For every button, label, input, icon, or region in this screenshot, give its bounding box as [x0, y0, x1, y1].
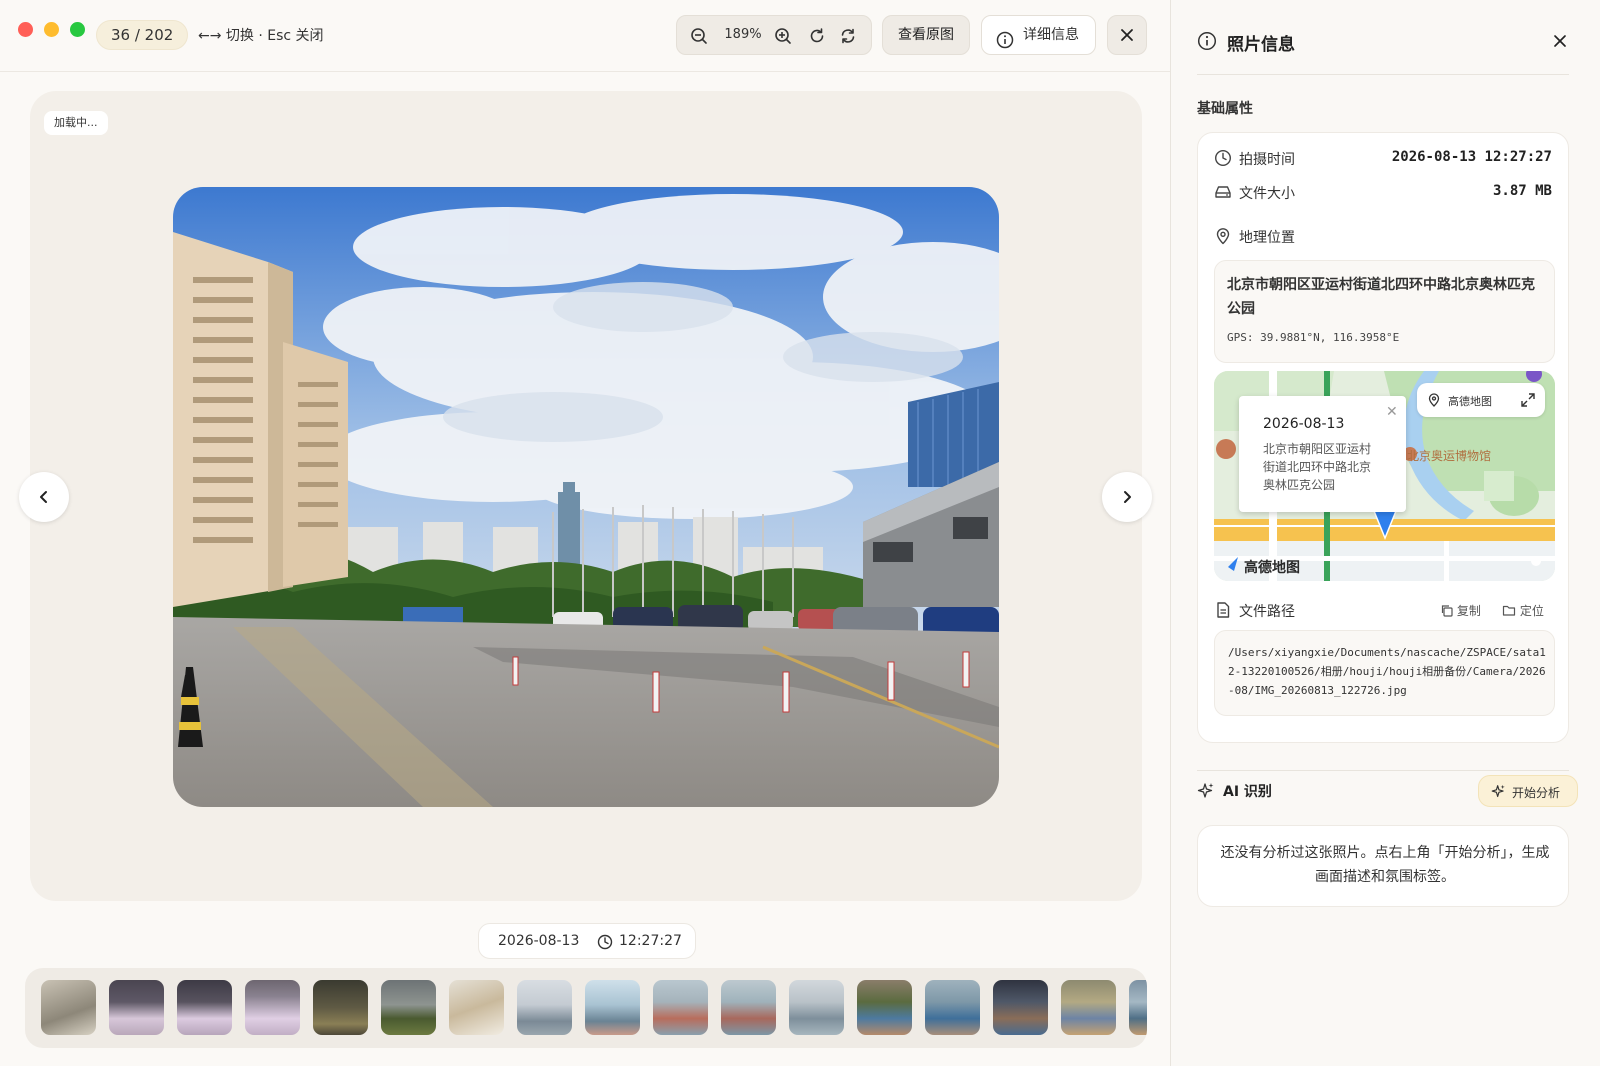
- start-analysis-button[interactable]: 开始分析: [1478, 775, 1578, 807]
- file-icon: [1214, 601, 1232, 623]
- map-popup: 2026-08-13 ✕ 北京市朝阳区亚运村街道北四环中路北京奥林匹克公园: [1239, 396, 1406, 512]
- photo-stage: 加载中...: [30, 91, 1142, 901]
- thumbnail[interactable]: [993, 980, 1048, 1035]
- details-label: 详细信息: [1023, 27, 1079, 43]
- expand-icon[interactable]: [1520, 392, 1536, 411]
- thumbnail[interactable]: [41, 980, 96, 1035]
- info-icon: [996, 26, 1014, 64]
- file-path-value: /Users/xiyangxie/Documents/nascache/ZSPA…: [1228, 646, 1546, 697]
- location-address: 北京市朝阳区亚运村街道北四环中路北京奥林匹克公园: [1227, 277, 1535, 317]
- zoom-controls: 189%: [676, 15, 872, 55]
- ai-result-card: 还没有分析过这张照片。点右上角「开始分析」，生成画面描述和氛围标签。: [1197, 825, 1569, 907]
- copy-path-button[interactable]: 复制: [1440, 602, 1481, 619]
- previous-photo-button[interactable]: [19, 472, 69, 522]
- amap-badge-label: 高德地图: [1448, 395, 1492, 408]
- file-path-label: 文件路径: [1239, 604, 1295, 620]
- thumbnail[interactable]: [313, 980, 368, 1035]
- close-icon: [1121, 29, 1133, 41]
- file-path-box: /Users/xiyangxie/Documents/nascache/ZSPA…: [1214, 630, 1555, 716]
- close-panel-button[interactable]: [1549, 30, 1571, 52]
- panel-header: 照片信息: [1171, 0, 1600, 74]
- clock-icon: [1214, 149, 1232, 171]
- location-map[interactable]: 北京奥运博物馆 2026-08-13 ✕ 北京市朝阳区亚运村街道北四环中路北京奥…: [1214, 371, 1555, 581]
- location-label: 地理位置: [1239, 230, 1295, 246]
- thumbnail[interactable]: [721, 980, 776, 1035]
- thumbnail[interactable]: [653, 980, 708, 1035]
- rotate-icon[interactable]: [806, 25, 828, 47]
- window-minimize-dot[interactable]: [44, 22, 59, 37]
- location-pin-icon: [1214, 227, 1232, 249]
- basic-section-title: 基础属性: [1197, 101, 1253, 117]
- next-photo-button[interactable]: [1102, 472, 1152, 522]
- thumbnail[interactable]: [109, 980, 164, 1035]
- zoom-in-icon[interactable]: [772, 25, 794, 47]
- open-amap-button[interactable]: 高德地图: [1417, 383, 1545, 417]
- chevron-right-icon: [1124, 491, 1131, 503]
- chevron-left-icon: [40, 491, 47, 503]
- copy-icon: [1441, 605, 1453, 617]
- thumbnail[interactable]: [381, 980, 436, 1035]
- window-zoom-dot[interactable]: [70, 22, 85, 37]
- view-original-button[interactable]: 查看原图: [882, 15, 970, 55]
- thumbnail[interactable]: [1061, 980, 1116, 1035]
- reset-icon[interactable]: [837, 25, 859, 47]
- basic-properties-card: 拍摄时间 2026-08-13 12:27:27 文件大小 3.87 MB 地理…: [1197, 132, 1569, 743]
- thumbnail[interactable]: [857, 980, 912, 1035]
- thumbnail[interactable]: [1129, 980, 1147, 1035]
- map-popup-date: 2026-08-13: [1263, 416, 1345, 432]
- location-pin-icon: [1427, 393, 1441, 410]
- loading-badge: 加载中...: [44, 111, 108, 135]
- storage-icon: [1214, 183, 1232, 205]
- window-close-dot[interactable]: [18, 22, 33, 37]
- file-size-value: 3.87 MB: [1492, 183, 1552, 199]
- photo-time: 12:27:27: [619, 933, 682, 949]
- info-icon: [1197, 31, 1217, 55]
- divider: [1197, 74, 1569, 75]
- photo-info-panel: 照片信息 基础属性 拍摄时间 2026-08-13 12:27:27 文件大小 …: [1170, 0, 1600, 1066]
- top-toolbar: 36 / 202 ←→ 切换 · Esc 关闭 189% 查看原图 详细信息: [0, 0, 1170, 72]
- amap-logo-text: 高德地图: [1244, 560, 1300, 576]
- photo-datetime-chip: 2026-08-13 12:27:27: [478, 923, 696, 959]
- folder-icon: [1502, 605, 1516, 616]
- close-viewer-button[interactable]: [1107, 15, 1147, 55]
- zoom-level: 189%: [724, 27, 762, 42]
- file-size-label: 文件大小: [1239, 186, 1295, 202]
- capture-time-label: 拍摄时间: [1239, 152, 1295, 168]
- details-button[interactable]: 详细信息: [981, 15, 1096, 55]
- thumbnail[interactable]: [585, 980, 640, 1035]
- thumbnail-strip: [25, 968, 1147, 1048]
- close-icon: [1554, 35, 1566, 47]
- thumbnail[interactable]: [245, 980, 300, 1035]
- divider: [1197, 770, 1569, 771]
- clock-icon: [597, 934, 613, 954]
- photo-counter: 36 / 202: [96, 20, 189, 50]
- ai-section-title: AI 识别: [1223, 784, 1272, 800]
- thumbnail[interactable]: [925, 980, 980, 1035]
- close-icon[interactable]: ✕: [1386, 404, 1398, 420]
- thumbnail[interactable]: [517, 980, 572, 1035]
- ai-placeholder-text: 还没有分析过这张照片。点右上角「开始分析」，生成画面描述和氛围标签。: [1220, 845, 1550, 885]
- photo-date: 2026-08-13: [498, 933, 580, 949]
- thumbnail[interactable]: [449, 980, 504, 1035]
- main-photo[interactable]: [173, 187, 999, 807]
- panel-title: 照片信息: [1227, 35, 1295, 55]
- location-gps: GPS: 39.9881°N, 116.3958°E: [1227, 331, 1400, 344]
- capture-time-value: 2026-08-13 12:27:27: [1391, 149, 1552, 165]
- locate-label: 定位: [1519, 604, 1544, 618]
- location-box: 北京市朝阳区亚运村街道北四环中路北京奥林匹克公园 GPS: 39.9881°N,…: [1214, 260, 1555, 363]
- copy-label: 复制: [1456, 604, 1481, 618]
- map-poi-label: 北京奥运博物馆: [1407, 449, 1492, 463]
- map-popup-address: 北京市朝阳区亚运村街道北四环中路北京奥林匹克公园: [1263, 442, 1372, 492]
- keyboard-hint: ←→ 切换 · Esc 关闭: [198, 28, 324, 44]
- sparkle-icon: [1491, 784, 1506, 802]
- reveal-in-folder-button[interactable]: 定位: [1502, 602, 1544, 619]
- start-analysis-label: 开始分析: [1512, 786, 1561, 800]
- sparkle-icon: [1197, 782, 1215, 804]
- thumbnail[interactable]: [177, 980, 232, 1035]
- zoom-out-icon[interactable]: [688, 25, 710, 47]
- thumbnail[interactable]: [789, 980, 844, 1035]
